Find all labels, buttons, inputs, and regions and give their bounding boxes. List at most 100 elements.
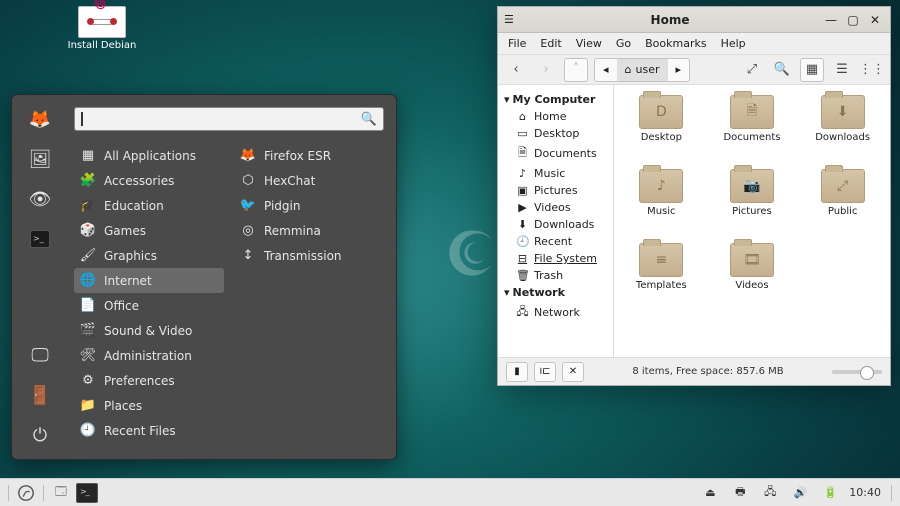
sidebar-item-desktop[interactable]: ▭Desktop xyxy=(500,125,611,142)
desktop-icon-install-debian[interactable]: Install Debian xyxy=(66,6,138,51)
fm-icon-view[interactable]: DDesktop🗎Documents⬇Downloads ♪Music📷Pictu… xyxy=(614,85,890,357)
path-root-button[interactable]: ◂ xyxy=(595,59,617,81)
category-administration[interactable]: 🛠Administration xyxy=(74,343,224,368)
taskbar-terminal[interactable] xyxy=(76,482,98,504)
sidebar-item-icon: ▶ xyxy=(516,201,529,214)
dock-logout-icon[interactable]: 🚪 xyxy=(26,381,54,409)
list-view-button[interactable]: ☰ xyxy=(830,58,854,82)
folder-icon: D xyxy=(639,95,683,129)
category-label: Places xyxy=(104,399,142,413)
category-sound-video[interactable]: 🎬Sound & Video xyxy=(74,318,224,343)
sidebar-item-music[interactable]: ♪Music xyxy=(500,165,611,182)
dock-terminal-icon[interactable]: >_ xyxy=(26,225,54,253)
back-button[interactable]: ‹ xyxy=(504,58,528,82)
zoom-fit-icon[interactable]: ⤢ xyxy=(740,58,764,82)
dock-screenshot-icon[interactable]: 🖼 xyxy=(26,145,54,173)
sidebar-item-network[interactable]: 🖧Network xyxy=(500,301,611,324)
dock-firefox-icon[interactable]: 🦊 xyxy=(26,105,54,133)
app-transmission[interactable]: ↕Transmission xyxy=(234,243,384,268)
path-segment-user[interactable]: ⌂ user xyxy=(617,59,668,81)
show-places-button[interactable]: ▮ xyxy=(506,362,528,382)
path-segment-label: user xyxy=(636,63,660,76)
menu-button[interactable] xyxy=(15,482,37,504)
category-icon: 🌐 xyxy=(80,273,96,289)
sidebar-header-computer[interactable]: ▾My Computer xyxy=(500,91,611,108)
sidebar-item-downloads[interactable]: ⬇ Downloads xyxy=(500,216,611,233)
show-tree-button[interactable]: ౹⊏ xyxy=(534,362,556,382)
menu-file[interactable]: File xyxy=(508,37,526,50)
category-education[interactable]: 🎓Education xyxy=(74,193,224,218)
sidebar-item-trash[interactable]: 🗑Trash xyxy=(500,267,611,284)
sidebar-item-recent[interactable]: 🕘Recent xyxy=(500,233,611,250)
folder-templates[interactable]: ≡Templates xyxy=(621,243,701,313)
fm-toolbar: ‹ › ˄ ◂ ⌂ user ▸ ⤢ 🔍 ▦ ☰ ⋮⋮ xyxy=(498,55,890,85)
hamburger-icon[interactable]: ☰ xyxy=(504,13,522,26)
sidebar-item-icon: ⬇ xyxy=(516,218,529,231)
category-icon: 🎬 xyxy=(80,323,96,339)
close-button[interactable]: ✕ xyxy=(866,11,884,29)
category-icon: 🎲 xyxy=(80,223,96,239)
folder-label: Public xyxy=(828,206,858,217)
sidebar-item-icon: 🗎 xyxy=(516,144,529,163)
category-graphics[interactable]: 🖌Graphics xyxy=(74,243,224,268)
menu-bookmarks[interactable]: Bookmarks xyxy=(645,37,706,50)
menu-go[interactable]: Go xyxy=(616,37,631,50)
folder-downloads[interactable]: ⬇Downloads xyxy=(803,95,883,165)
fm-titlebar[interactable]: ☰ Home — ▢ ✕ xyxy=(498,7,890,33)
fm-sidebar: ▾My Computer⌂Home▭Desktop🗎Documents♪Musi… xyxy=(498,85,614,357)
app-icon: ◎ xyxy=(240,223,256,239)
category-recent-files[interactable]: 🕘Recent Files xyxy=(74,418,224,443)
sidebar-item-videos[interactable]: ▶Videos xyxy=(500,199,611,216)
dock-display-settings-icon[interactable]: 🖵 xyxy=(26,341,54,369)
dock-shutdown-icon[interactable]: ⏻ xyxy=(26,421,54,449)
zoom-slider[interactable] xyxy=(832,370,882,374)
appmenu-search-input[interactable] xyxy=(87,112,361,126)
category-preferences[interactable]: ⚙Preferences xyxy=(74,368,224,393)
path-next-button[interactable]: ▸ xyxy=(668,59,690,81)
sidebar-item-label: Downloads xyxy=(534,218,594,231)
category-accessories[interactable]: 🧩Accessories xyxy=(74,168,224,193)
minimize-button[interactable]: — xyxy=(822,11,840,29)
app-remmina[interactable]: ◎Remmina xyxy=(234,218,384,243)
sidebar-item-home[interactable]: ⌂Home xyxy=(500,108,611,125)
tray-removable-icon[interactable]: ⏏ xyxy=(699,482,721,504)
maximize-button[interactable]: ▢ xyxy=(844,11,862,29)
category-all-applications[interactable]: ▦All Applications xyxy=(74,143,224,168)
sidebar-header-network[interactable]: ▾Network xyxy=(500,284,611,301)
folder-public[interactable]: ⤢Public xyxy=(803,169,883,239)
folder-videos[interactable]: 🎞Videos xyxy=(712,243,792,313)
folder-pictures[interactable]: 📷Pictures xyxy=(712,169,792,239)
show-desktop-button[interactable]: 🗔 xyxy=(50,482,72,504)
menu-help[interactable]: Help xyxy=(721,37,746,50)
tray-network-icon[interactable]: 🖧 xyxy=(759,482,781,504)
sidebar-item-pictures[interactable]: ▣Pictures xyxy=(500,182,611,199)
menu-view[interactable]: View xyxy=(576,37,602,50)
sidebar-item-icon: 🖧 xyxy=(516,303,529,322)
menu-edit[interactable]: Edit xyxy=(540,37,561,50)
app-hexchat[interactable]: ⬡HexChat xyxy=(234,168,384,193)
tray-printer-icon[interactable]: 🖶 xyxy=(729,482,751,504)
search-button[interactable]: 🔍 xyxy=(770,58,794,82)
tray-power-icon[interactable]: 🔋 xyxy=(819,482,841,504)
folder-desktop[interactable]: DDesktop xyxy=(621,95,701,165)
chevron-down-icon: ▾ xyxy=(504,286,510,299)
tray-volume-icon[interactable]: 🔊 xyxy=(789,482,811,504)
panel-clock[interactable]: 10:40 xyxy=(849,486,881,499)
category-office[interactable]: 📄Office xyxy=(74,293,224,318)
folder-documents[interactable]: 🗎Documents xyxy=(712,95,792,165)
compact-view-button[interactable]: ⋮⋮ xyxy=(860,58,884,82)
category-internet[interactable]: 🌐Internet xyxy=(74,268,224,293)
app-pidgin[interactable]: 🐦Pidgin xyxy=(234,193,384,218)
category-places[interactable]: 📁Places xyxy=(74,393,224,418)
folder-music[interactable]: ♪Music xyxy=(621,169,701,239)
app-firefox-esr[interactable]: 🦊Firefox ESR xyxy=(234,143,384,168)
icon-view-button[interactable]: ▦ xyxy=(800,58,824,82)
close-sidebar-button[interactable]: ✕ xyxy=(562,362,584,382)
sidebar-item-documents[interactable]: 🗎Documents xyxy=(500,142,611,165)
appmenu-search[interactable]: 🔍 xyxy=(74,107,384,131)
sidebar-item-icon: ▣ xyxy=(516,184,529,197)
sidebar-item-file-system[interactable]: ⊟File System xyxy=(500,250,611,267)
dock-image-viewer-icon[interactable]: 👁 xyxy=(26,185,54,213)
category-games[interactable]: 🎲Games xyxy=(74,218,224,243)
sidebar-item-label: Home xyxy=(534,110,566,123)
